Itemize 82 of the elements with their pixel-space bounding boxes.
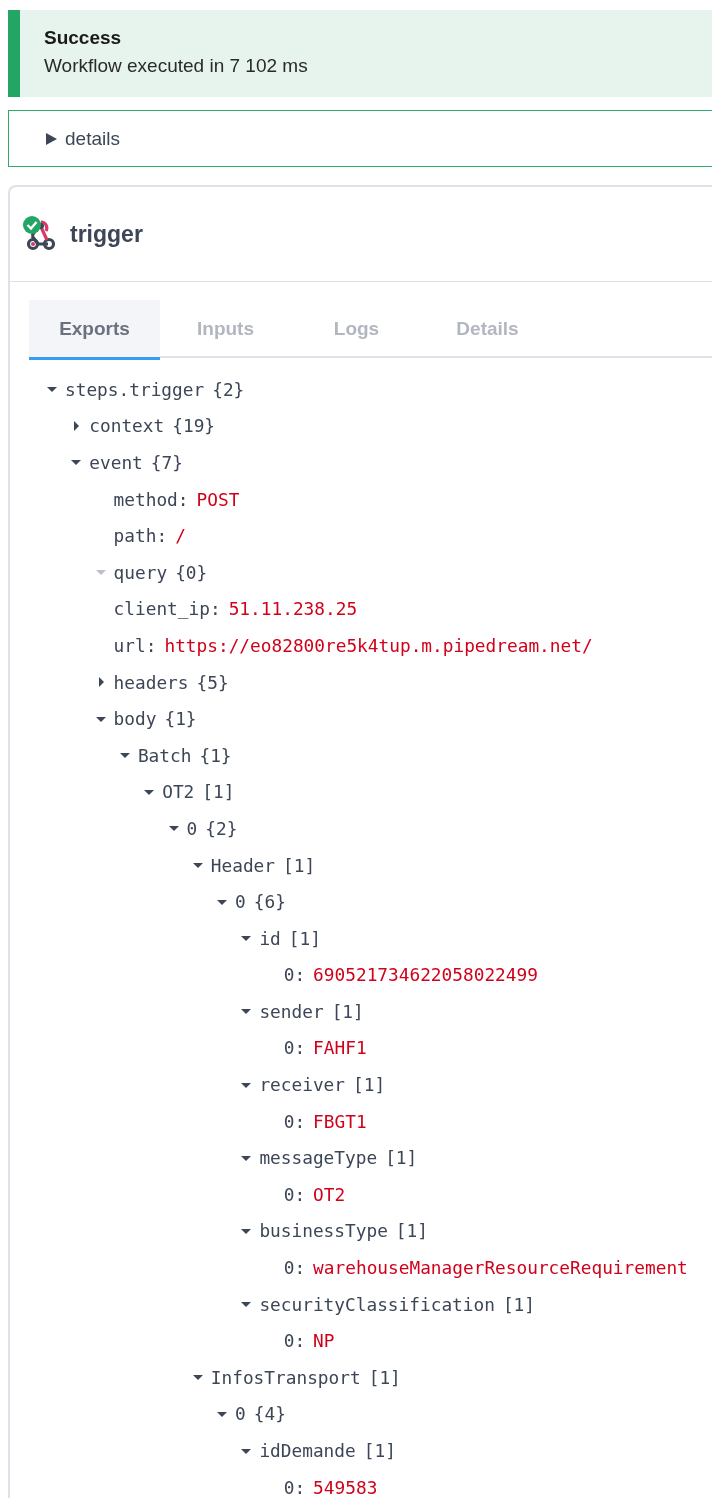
tree-key: body: [113, 708, 157, 730]
tree-key: receiver: [259, 1074, 346, 1096]
item-count: [1]: [368, 1366, 401, 1388]
tree-key: path:: [113, 525, 168, 547]
caret-down-icon[interactable]: [241, 1299, 252, 1310]
tab[interactable]: Inputs: [160, 300, 291, 358]
tree-key: 0:: [283, 1476, 306, 1498]
item-count: {19}: [172, 415, 216, 437]
item-count: {5}: [196, 671, 229, 693]
tree-key: 0: [235, 1403, 246, 1425]
tab[interactable]: Logs: [291, 300, 422, 358]
caret-down-icon: [95, 567, 106, 578]
caret-down-icon[interactable]: [47, 384, 57, 395]
tree-key: idDemande: [259, 1440, 356, 1461]
step-name: trigger: [70, 220, 143, 248]
item-count: {1}: [164, 708, 197, 730]
item-count: {6}: [253, 891, 286, 913]
tree-key: 0:: [283, 1110, 306, 1132]
tab[interactable]: Exports: [29, 300, 160, 360]
caret-right-icon[interactable]: [71, 420, 82, 431]
tree-key: headers: [113, 671, 189, 693]
item-count: {1}: [199, 744, 232, 766]
item-count: [1]: [283, 854, 316, 876]
tree-key: 0:: [283, 964, 306, 986]
tree-value: https://eo82800re5k4tup.m.pipedream.net/: [164, 634, 593, 656]
alert-message: Workflow executed in 7 102 ms: [44, 55, 309, 77]
tab[interactable]: Details: [422, 300, 553, 358]
tree-key: Batch: [137, 744, 192, 766]
tree-key: client_ip:: [113, 598, 221, 620]
item-count: [1]: [288, 927, 321, 949]
caret-down-icon[interactable]: [241, 1006, 252, 1017]
tree-key: sender: [259, 1000, 324, 1022]
alert-title: Success: [44, 27, 123, 49]
item-count: [1]: [395, 1220, 428, 1242]
item-count: {7}: [150, 452, 183, 473]
tree-key: context: [89, 415, 165, 437]
tree-value: /: [175, 525, 186, 547]
tree-value: OT2: [313, 1183, 346, 1205]
item-count: [1]: [331, 1000, 364, 1022]
tree-key: OT2: [162, 781, 195, 803]
tree-key: 0:: [283, 1037, 306, 1059]
item-count: [1]: [202, 781, 235, 803]
tree-key: businessType: [259, 1220, 388, 1242]
tree-key: method:: [113, 488, 189, 510]
tree-key: 0: [235, 891, 246, 913]
tree-key: id: [259, 927, 281, 949]
tree-value: 549583: [313, 1476, 378, 1498]
tree-key: messageType: [259, 1147, 378, 1169]
item-count: {2}: [212, 378, 245, 400]
tree-key: InfosTransport: [210, 1366, 361, 1388]
tree-value: 690521734622058022499: [313, 964, 538, 986]
tree-key: url:: [113, 634, 157, 656]
tree-key: steps.trigger: [65, 378, 205, 400]
item-count: [1]: [502, 1293, 536, 1315]
item-count: {0}: [175, 561, 208, 583]
caret-down-icon[interactable]: [241, 933, 252, 944]
caret-down-icon[interactable]: [192, 860, 203, 870]
tree-key: Header: [210, 854, 276, 876]
item-count: [1]: [363, 1440, 396, 1461]
tree-key: event: [89, 452, 143, 473]
tree-key: securityClassification: [259, 1293, 495, 1315]
tree-value: NP: [313, 1330, 335, 1352]
item-count: [1]: [353, 1074, 386, 1096]
tree-value: FBGT1: [313, 1110, 367, 1132]
tree-key: 0:: [283, 1183, 306, 1205]
tree-key: query: [113, 561, 168, 583]
caret-down-icon[interactable]: [71, 457, 82, 468]
item-count: {4}: [253, 1403, 286, 1425]
caret-down-icon[interactable]: [168, 823, 179, 834]
tree-key: 0:: [283, 1257, 306, 1279]
tree-key: 0: [186, 817, 198, 839]
details-toggle[interactable]: details: [45, 127, 120, 150]
tree-key: 0:: [283, 1330, 306, 1352]
item-count: {2}: [205, 817, 238, 839]
tree-value: FAHF1: [313, 1037, 367, 1059]
tree-value: warehouseManagerResourceRequirement: [313, 1257, 688, 1279]
tree-value: 51.11.238.25: [228, 598, 358, 620]
tree-value: POST: [196, 488, 240, 510]
caret-down-icon[interactable]: [119, 750, 130, 761]
caret-down-icon[interactable]: [192, 1372, 203, 1383]
check-badge-icon: [23, 216, 41, 234]
item-count: [1]: [385, 1147, 418, 1169]
